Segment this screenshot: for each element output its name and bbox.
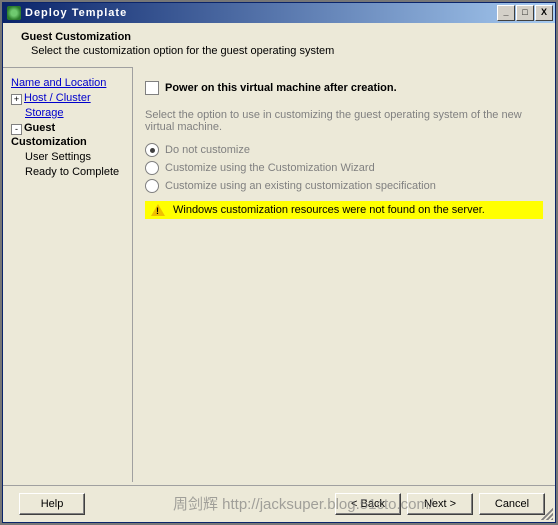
radio-label: Customize using an existing customizatio… bbox=[165, 180, 436, 192]
sidebar-item-guest-customization: -Guest Customization bbox=[11, 121, 128, 149]
page-subtitle: Select the customization option for the … bbox=[31, 45, 555, 57]
dialog-window: Deploy Template _ □ X Guest Customizatio… bbox=[2, 2, 556, 523]
warning-text: Windows customization resources were not… bbox=[173, 204, 485, 216]
resize-grip[interactable] bbox=[541, 508, 553, 520]
radio-button bbox=[145, 143, 159, 157]
wizard-footer: Help < Back Next > Cancel bbox=[3, 485, 555, 522]
radio-button bbox=[145, 179, 159, 193]
help-button[interactable]: Help bbox=[19, 493, 85, 515]
collapse-icon[interactable]: - bbox=[11, 124, 22, 135]
expand-icon[interactable]: + bbox=[11, 94, 22, 105]
page-title: Guest Customization bbox=[21, 31, 555, 43]
close-button[interactable]: X bbox=[535, 5, 553, 21]
step-label: User Settings bbox=[25, 151, 91, 163]
sidebar-item-name-location[interactable]: Name and Location bbox=[11, 76, 128, 90]
radio-button bbox=[145, 161, 159, 175]
warning-icon bbox=[151, 204, 165, 216]
option-do-not-customize: Do not customize bbox=[145, 143, 543, 157]
options-description: Select the option to use in customizing … bbox=[145, 109, 543, 133]
maximize-button[interactable]: □ bbox=[516, 5, 534, 21]
option-customize-wizard: Customize using the Customization Wizard bbox=[145, 161, 543, 175]
sidebar-item-user-settings: User Settings bbox=[25, 150, 128, 164]
sidebar-item-storage[interactable]: Storage bbox=[25, 106, 128, 120]
step-label: Ready to Complete bbox=[25, 166, 119, 178]
cancel-button[interactable]: Cancel bbox=[479, 493, 545, 515]
step-link[interactable]: Name and Location bbox=[11, 77, 106, 89]
sidebar-item-host-cluster[interactable]: +Host / Cluster bbox=[11, 91, 128, 105]
step-link[interactable]: Storage bbox=[25, 107, 64, 119]
radio-label: Do not customize bbox=[165, 144, 250, 156]
power-on-label: Power on this virtual machine after crea… bbox=[165, 82, 397, 94]
power-on-checkbox[interactable] bbox=[145, 81, 159, 95]
titlebar: Deploy Template _ □ X bbox=[3, 3, 555, 23]
option-customize-existing: Customize using an existing customizatio… bbox=[145, 179, 543, 193]
wizard-content: Power on this virtual machine after crea… bbox=[133, 67, 555, 482]
app-icon bbox=[7, 6, 21, 20]
radio-label: Customize using the Customization Wizard bbox=[165, 162, 375, 174]
warning-bar: Windows customization resources were not… bbox=[145, 201, 543, 219]
sidebar-item-ready-complete: Ready to Complete bbox=[25, 165, 128, 179]
window-title: Deploy Template bbox=[25, 7, 497, 19]
wizard-header: Guest Customization Select the customiza… bbox=[3, 23, 555, 68]
step-link[interactable]: Host / Cluster bbox=[24, 92, 91, 104]
step-current: Guest Customization bbox=[11, 122, 87, 148]
back-button[interactable]: < Back bbox=[335, 493, 401, 515]
next-button[interactable]: Next > bbox=[407, 493, 473, 515]
wizard-steps: Name and Location +Host / Cluster Storag… bbox=[3, 67, 133, 482]
minimize-button[interactable]: _ bbox=[497, 5, 515, 21]
